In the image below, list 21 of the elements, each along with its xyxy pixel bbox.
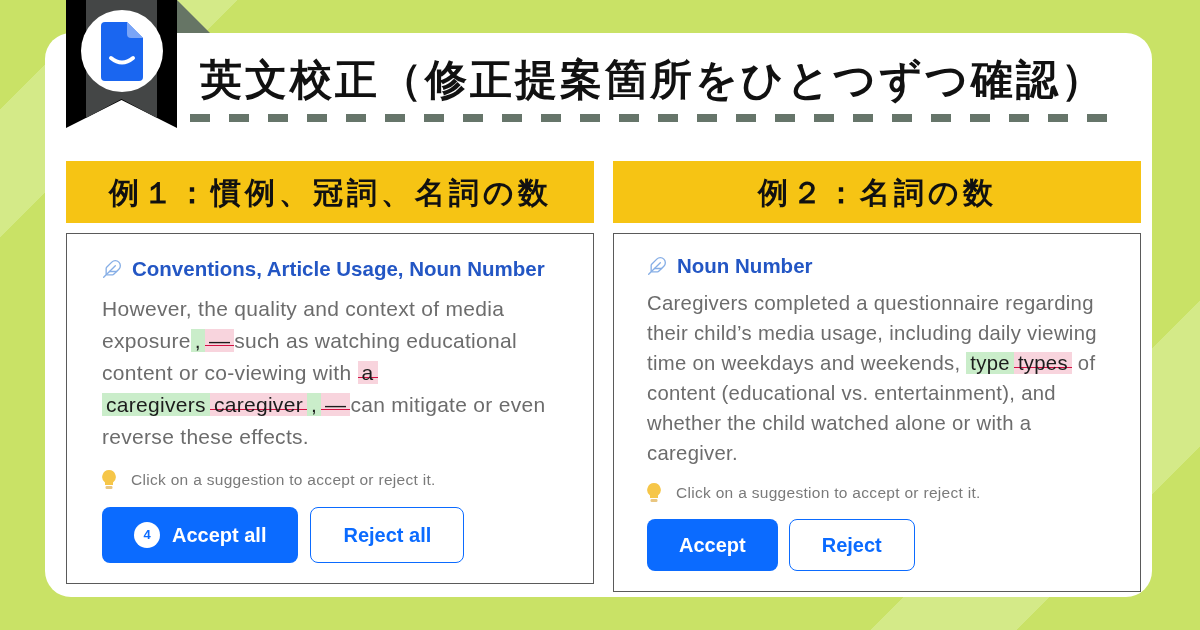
suggested-insertion[interactable]: , [190,329,205,352]
lightbulb-icon [102,470,116,490]
suggested-insertion[interactable]: type [966,352,1014,374]
category-title: Noun Number [677,252,813,279]
example-heading: 例１：慣例、冠詞、名詞の数 [66,161,594,223]
accept-button[interactable]: 4 Accept all [102,507,299,563]
lightbulb-icon [647,483,661,503]
category-title: Conventions, Article Usage, Noun Number [132,255,545,282]
count-badge: 4 [134,522,160,548]
suggested-deletion[interactable]: — [204,329,235,352]
feather-icon [102,259,122,279]
reject-button[interactable]: Reject all [310,507,465,563]
feather-icon [647,256,667,276]
accept-button[interactable]: Accept [647,519,778,571]
suggested-deletion[interactable]: — [321,393,351,416]
page-title: 英文校正（修正提案箇所をひとつずつ確認） [200,55,1107,105]
hint-text: Click on a suggestion to accept or reject it. [131,470,436,491]
suggested-insertion[interactable]: caregivers [102,393,210,416]
example-heading: 例２：名詞の数 [613,161,1141,223]
reject-button[interactable]: Reject [788,519,915,571]
hint-text: Click on a suggestion to accept or reject it. [676,483,981,504]
